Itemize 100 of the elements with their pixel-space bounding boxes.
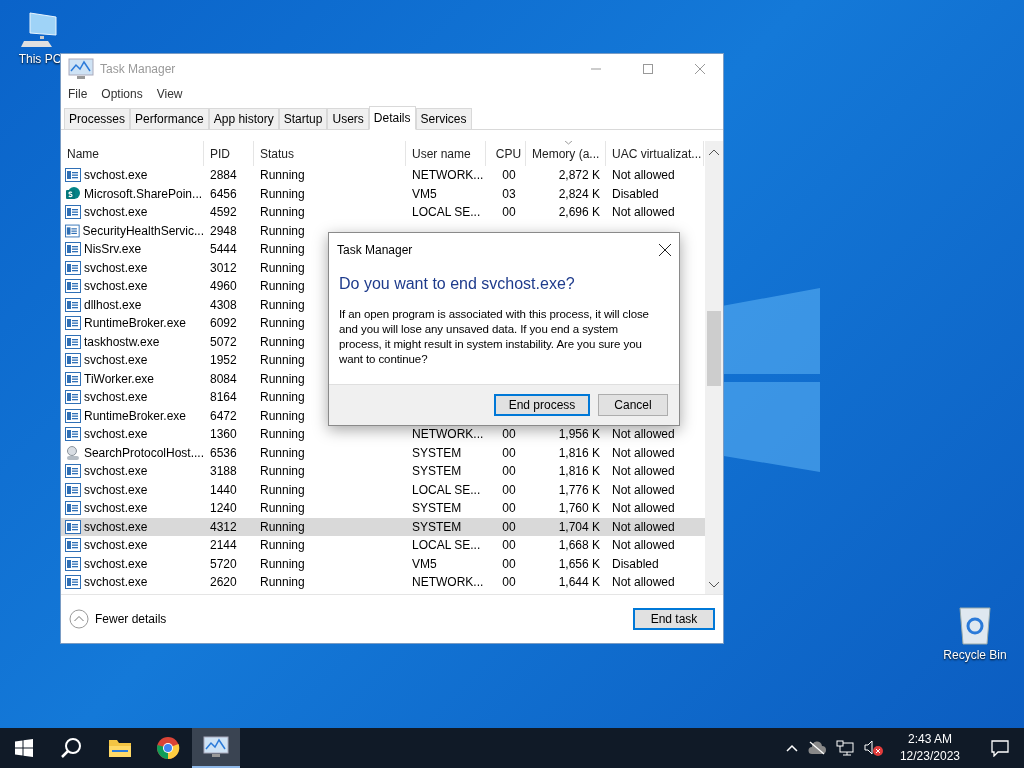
table-cell: 1240 bbox=[210, 501, 237, 516]
table-cell: VM5 bbox=[412, 186, 437, 201]
maximize-icon[interactable] bbox=[643, 63, 653, 74]
cloud-off-icon[interactable] bbox=[807, 741, 826, 755]
table-cell: 2620 bbox=[210, 575, 237, 590]
window-icon bbox=[65, 556, 81, 571]
process-name: SearchProtocolHost.... bbox=[83, 445, 204, 460]
table-cell: Running bbox=[260, 445, 305, 460]
table-cell: 00 bbox=[502, 482, 516, 497]
scroll-up-icon[interactable] bbox=[709, 149, 719, 155]
table-cell: Running bbox=[260, 168, 305, 183]
table-cell: 1,816 K bbox=[558, 445, 600, 460]
table-cell: 6456 bbox=[210, 186, 237, 201]
process-name: svchost.exe bbox=[84, 279, 148, 294]
window-icon bbox=[65, 575, 81, 590]
table-cell: Running bbox=[260, 408, 305, 423]
table-cell: Not allowed bbox=[612, 482, 675, 497]
monitor-chart-icon[interactable] bbox=[203, 736, 229, 758]
scroll-down-icon[interactable] bbox=[709, 582, 719, 588]
tab[interactable]: Services bbox=[415, 108, 472, 129]
browser-icon[interactable] bbox=[156, 736, 180, 760]
table-cell: Not allowed bbox=[612, 501, 675, 516]
process-name: svchost.exe bbox=[84, 353, 148, 368]
column-header[interactable]: CPU bbox=[486, 141, 526, 166]
process-name: taskhostw.exe bbox=[84, 334, 160, 349]
table-cell: 1,656 K bbox=[558, 556, 600, 571]
table-cell: 6536 bbox=[210, 445, 237, 460]
process-name: NisSrv.exe bbox=[84, 242, 142, 257]
selected-row[interactable]: svchost.exe 4312 Running SYSTEM 00 1,704 K Not allowed bbox=[61, 517, 705, 536]
table-cell: NETWORK... bbox=[412, 575, 484, 590]
table-cell: Running bbox=[260, 519, 305, 534]
end-task-button[interactable]: End task bbox=[633, 608, 715, 630]
tab[interactable]: Processes bbox=[64, 108, 131, 129]
process-name: RuntimeBroker.exe bbox=[84, 408, 187, 423]
table-cell: Running bbox=[260, 427, 305, 442]
window-icon bbox=[65, 371, 81, 386]
sharepoint-icon bbox=[65, 185, 81, 202]
process-name: TiWorker.exe bbox=[84, 371, 155, 386]
window-icon bbox=[65, 408, 81, 423]
table-cell: 1360 bbox=[210, 427, 237, 442]
chevron-up-icon[interactable] bbox=[785, 744, 798, 752]
table-cell: Running bbox=[260, 556, 305, 571]
table-cell: 2144 bbox=[210, 538, 237, 553]
table-cell: 00 bbox=[502, 519, 516, 534]
window-icon bbox=[65, 316, 81, 331]
table-cell: LOCAL SE... bbox=[412, 538, 481, 553]
table-cell: Running bbox=[260, 464, 305, 479]
table-cell: Running bbox=[260, 186, 305, 201]
table-cell: 00 bbox=[502, 445, 516, 460]
window-icon bbox=[65, 334, 81, 349]
column-header[interactable]: Memory (a... bbox=[526, 141, 606, 166]
window-icon bbox=[65, 501, 81, 516]
end-process-button[interactable]: End process bbox=[494, 394, 590, 416]
column-header[interactable]: PID bbox=[204, 141, 254, 166]
table-cell: 00 bbox=[502, 168, 516, 183]
fewer-details-link[interactable]: Fewer details bbox=[95, 612, 167, 626]
window-icon bbox=[65, 353, 81, 368]
scrollbar-thumb[interactable] bbox=[707, 311, 721, 386]
table-cell: 1,668 K bbox=[558, 538, 600, 553]
monitor-chart-icon[interactable] bbox=[68, 57, 94, 80]
start-icon[interactable] bbox=[15, 739, 33, 757]
tab[interactable]: Details bbox=[368, 106, 416, 130]
window-title: Task Manager bbox=[100, 61, 177, 76]
menu-item[interactable]: Options bbox=[101, 87, 143, 101]
process-name: svchost.exe bbox=[84, 205, 148, 220]
table-cell: Running bbox=[260, 205, 305, 220]
column-header[interactable]: UAC virtualizat... bbox=[606, 141, 704, 166]
table-cell: 3012 bbox=[210, 260, 237, 275]
tab[interactable]: App history bbox=[208, 108, 279, 129]
table-cell: 1,760 K bbox=[558, 501, 600, 516]
column-header[interactable]: User name bbox=[406, 141, 486, 166]
menu-item[interactable]: View bbox=[156, 87, 183, 101]
table-cell: Running bbox=[260, 316, 305, 331]
table-cell: Running bbox=[260, 575, 305, 590]
magnifier-user-icon bbox=[65, 444, 81, 461]
table-cell: 8164 bbox=[210, 390, 237, 405]
table-cell: Disabled bbox=[612, 556, 659, 571]
table-cell: Disabled bbox=[612, 186, 659, 201]
table-cell: 6472 bbox=[210, 408, 237, 423]
column-header[interactable]: Status bbox=[254, 141, 406, 166]
search-icon[interactable] bbox=[61, 737, 83, 759]
tab[interactable]: Startup bbox=[278, 108, 328, 129]
menu-item[interactable]: File bbox=[68, 87, 88, 101]
close-icon[interactable] bbox=[659, 244, 671, 256]
tab[interactable]: Users bbox=[327, 108, 369, 129]
network-icon[interactable] bbox=[835, 740, 854, 756]
active-taskbar-item[interactable] bbox=[192, 728, 240, 768]
notification-icon[interactable] bbox=[991, 739, 1009, 757]
folder-icon[interactable] bbox=[108, 738, 132, 758]
desktop-icon-label[interactable]: Recycle Bin bbox=[943, 648, 1007, 662]
clock[interactable]: 2:43 AM 12/23/2023 bbox=[893, 731, 966, 765]
process-name: svchost.exe bbox=[84, 482, 148, 497]
cancel-button[interactable]: Cancel bbox=[598, 394, 668, 416]
tab[interactable]: Performance bbox=[130, 108, 209, 129]
column-header[interactable]: Name bbox=[61, 141, 204, 166]
volume-muted-icon[interactable] bbox=[863, 739, 884, 757]
dialog-message: If an open program is associated with this process, it will close and you will lose any unsaved data. If you end a system process, it might result in system instability. Are you sure you want to continue? bbox=[338, 307, 650, 367]
table-cell: 03 bbox=[502, 186, 516, 201]
desktop-icon-label[interactable]: This PC bbox=[18, 52, 62, 66]
table-cell: 00 bbox=[502, 464, 516, 479]
